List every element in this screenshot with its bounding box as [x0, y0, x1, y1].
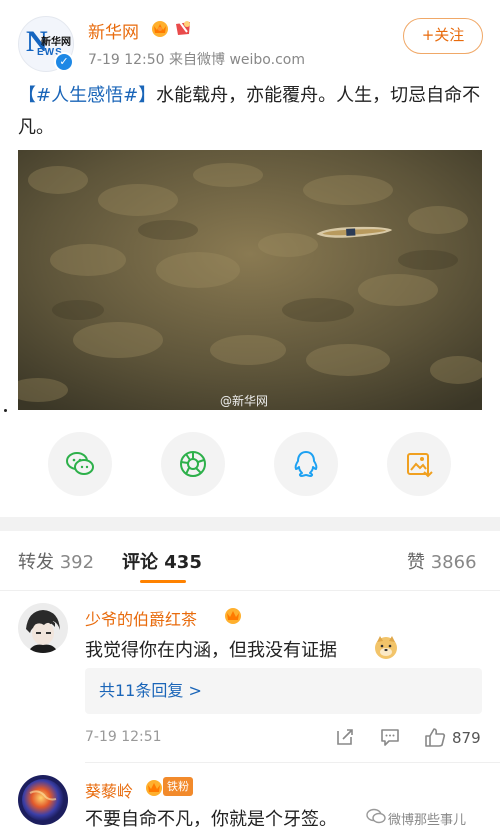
- tab-comments-count: 435: [164, 552, 202, 573]
- moments-icon: [180, 451, 206, 477]
- gift-badge-icon: [176, 20, 190, 35]
- author-name[interactable]: 新华网: [88, 18, 139, 43]
- comment-text: 我觉得你在内涵，但我没有证据: [85, 640, 337, 661]
- bullet-dot: [4, 409, 7, 412]
- comment-text: 不要自命不凡，你就是个牙签。: [85, 809, 337, 830]
- tab-likes[interactable]: 赞 3866: [407, 548, 477, 574]
- tab-repost[interactable]: 转发 392: [18, 548, 94, 574]
- tab-repost-label: 转发: [18, 552, 54, 573]
- topic-tag[interactable]: 【#人生感悟#】: [18, 85, 156, 106]
- boat-on-water-image: [18, 150, 482, 410]
- tab-likes-count: 3866: [430, 552, 477, 573]
- iron-fan-badge: 铁粉: [163, 777, 193, 796]
- share-wechat-button[interactable]: [48, 432, 112, 496]
- post-meta: 7-19 12:50 来自微博 weibo.com: [88, 52, 305, 68]
- section-divider: [0, 517, 500, 531]
- share-qq-button[interactable]: [274, 432, 338, 496]
- commenter-name[interactable]: 葵藜岭: [85, 778, 133, 802]
- active-tab-indicator: [140, 580, 186, 583]
- follow-button[interactable]: +关注: [403, 18, 483, 54]
- anime-avatar-image: [18, 603, 68, 653]
- comment-separator: [85, 762, 500, 763]
- repost-icon[interactable]: [334, 726, 356, 748]
- save-image-button[interactable]: [387, 432, 451, 496]
- post-header: N 新华网 EWS ✓ 新华网 7-19 12:50 来自微博 weibo.co…: [0, 0, 500, 80]
- crown-badge-icon: [146, 780, 162, 796]
- commenter-avatar[interactable]: [18, 603, 68, 653]
- post-body: 【#人生感悟#】水能载舟，亦能覆舟。人生，切忌自命不凡。: [18, 80, 482, 144]
- comment-icon[interactable]: [379, 726, 401, 748]
- save-image-icon: [407, 453, 433, 478]
- qq-icon: [294, 451, 318, 477]
- post-image[interactable]: [18, 150, 482, 410]
- wechat-watermark-icon: [366, 807, 386, 829]
- avatar-text: 新华网: [41, 37, 71, 48]
- source-watermark: 微博那些事儿: [388, 813, 467, 828]
- crown-badge-icon: [152, 21, 168, 37]
- tab-repost-count: 392: [59, 552, 95, 573]
- image-watermark: @新华网: [220, 394, 269, 408]
- doge-emoji-icon: [375, 636, 397, 659]
- tab-comments[interactable]: 评论 435: [122, 548, 202, 574]
- planet-avatar-image: [18, 775, 68, 825]
- like-icon[interactable]: [423, 726, 447, 748]
- crown-badge-icon: [225, 608, 241, 624]
- commenter-avatar[interactable]: [18, 775, 68, 825]
- view-replies-link[interactable]: 共11条回复 >: [85, 668, 482, 714]
- verified-icon: ✓: [54, 52, 74, 72]
- tab-separator: [0, 590, 500, 591]
- comment-time: 7-19 12:51: [85, 729, 162, 745]
- tab-likes-label: 赞: [407, 552, 425, 573]
- comment-like-count: 879: [452, 729, 481, 747]
- commenter-name[interactable]: 少爷的伯爵红茶: [85, 606, 197, 630]
- share-moments-button[interactable]: [161, 432, 225, 496]
- wechat-icon: [66, 452, 94, 475]
- tab-comments-label: 评论: [122, 552, 158, 573]
